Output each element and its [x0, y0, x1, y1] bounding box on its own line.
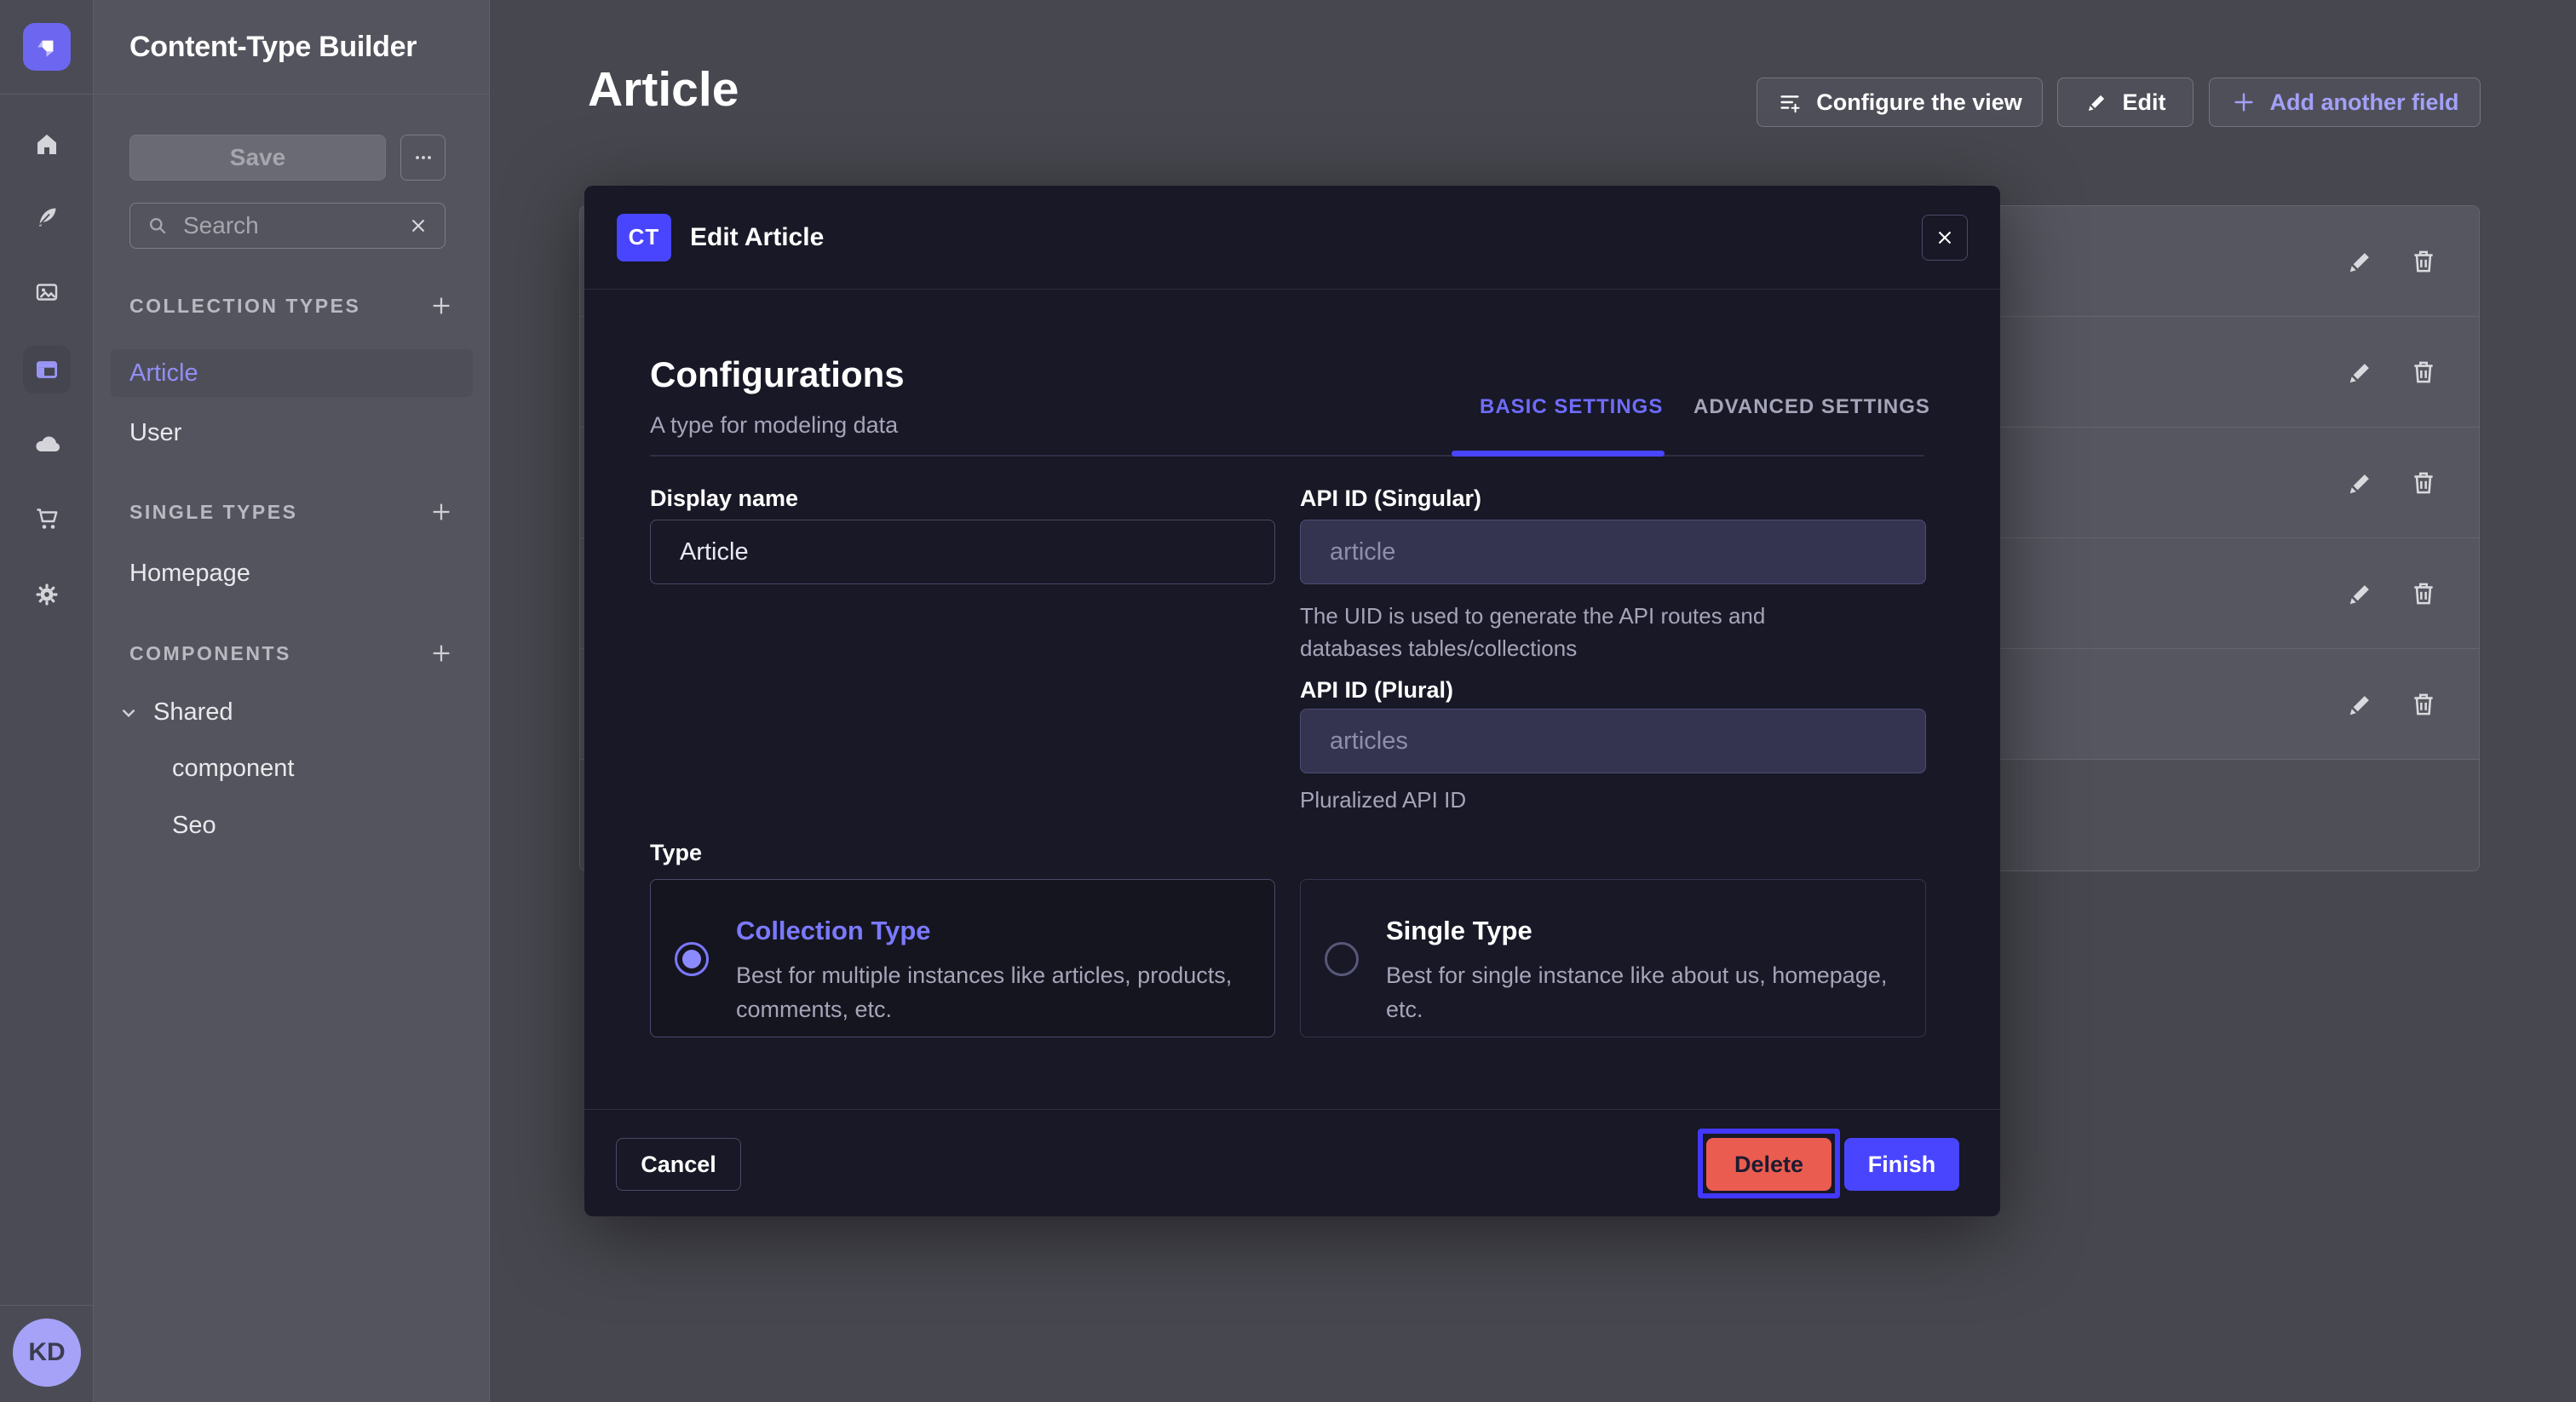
- strapi-logo[interactable]: [23, 23, 71, 71]
- add-collection-type-icon[interactable]: [428, 293, 454, 319]
- api-id-singular-input[interactable]: [1300, 520, 1926, 584]
- modal-header: CT Edit Article: [584, 186, 2000, 290]
- settings-gear-icon[interactable]: [23, 571, 71, 618]
- media-library-icon[interactable]: [23, 268, 71, 316]
- close-icon: [1934, 227, 1956, 249]
- sidebar-item-seo[interactable]: Seo: [172, 812, 216, 840]
- delete-button[interactable]: Delete: [1706, 1138, 1831, 1191]
- save-button[interactable]: Save: [129, 135, 386, 181]
- single-types-label: SINGLE TYPES: [129, 501, 297, 524]
- configurations-subtitle: A type for modeling data: [650, 412, 898, 439]
- edit-pencil-icon[interactable]: [2345, 468, 2376, 498]
- trash-icon[interactable]: [2408, 468, 2439, 498]
- type-label: Type: [650, 840, 702, 866]
- single-type-description: Best for single instance like about us, …: [1386, 958, 1897, 1026]
- api-id-plural-input[interactable]: [1300, 709, 1926, 773]
- rail-divider: [0, 1305, 94, 1306]
- collection-types-section-header: COLLECTION TYPES: [129, 293, 454, 319]
- strapi-logo-icon: [32, 32, 61, 61]
- content-type-badge: CT: [617, 214, 671, 261]
- radio-selected-icon[interactable]: [675, 942, 709, 976]
- cancel-button[interactable]: Cancel: [616, 1138, 741, 1191]
- single-types-section-header: SINGLE TYPES: [129, 499, 454, 525]
- plus-icon: [2231, 89, 2257, 115]
- single-type-option[interactable]: Single Type Best for single instance lik…: [1300, 879, 1926, 1037]
- nav-rail: KD: [0, 0, 94, 1402]
- edit-pencil-icon[interactable]: [2345, 246, 2376, 277]
- marketplace-cart-icon[interactable]: [23, 494, 71, 542]
- search-icon: [146, 214, 170, 238]
- sidebar: Content-Type Builder Save COLLECTION TYP…: [94, 0, 490, 1402]
- edit-pencil-icon[interactable]: [2345, 689, 2376, 720]
- active-tab-underline: [1452, 451, 1665, 457]
- tabs-divider: [650, 455, 1924, 457]
- home-icon[interactable]: [23, 121, 71, 169]
- api-id-singular-help: The UID is used to generate the API rout…: [1300, 600, 1871, 664]
- configure-view-button[interactable]: Configure the view: [1757, 78, 2043, 127]
- sidebar-top-divider: [0, 94, 490, 95]
- display-name-label: Display name: [650, 486, 798, 512]
- page-title: Article: [588, 61, 739, 118]
- edit-pencil-icon: [2085, 90, 2109, 114]
- sidebar-item-user[interactable]: User: [111, 409, 473, 457]
- tab-advanced-settings[interactable]: ADVANCED SETTINGS: [1693, 395, 1930, 419]
- sidebar-item-homepage[interactable]: Homepage: [111, 549, 473, 597]
- sidebar-title: Content-Type Builder: [129, 31, 417, 64]
- collection-type-option[interactable]: Collection Type Best for multiple instan…: [650, 879, 1275, 1037]
- components-label: COMPONENTS: [129, 642, 291, 665]
- configure-view-icon: [1777, 89, 1803, 115]
- modal-footer: Cancel Delete Finish: [584, 1109, 2000, 1216]
- api-id-plural-help: Pluralized API ID: [1300, 784, 1871, 816]
- display-name-input[interactable]: [650, 520, 1275, 584]
- trash-icon[interactable]: [2408, 578, 2439, 609]
- cloud-icon[interactable]: [23, 420, 71, 468]
- add-component-icon[interactable]: [428, 641, 454, 666]
- close-modal-button[interactable]: [1922, 215, 1968, 261]
- search-box[interactable]: [129, 203, 446, 249]
- configurations-title: Configurations: [650, 354, 905, 395]
- edit-pencil-icon[interactable]: [2345, 357, 2376, 388]
- user-avatar[interactable]: KD: [13, 1319, 81, 1387]
- tab-basic-settings[interactable]: BASIC SETTINGS: [1480, 395, 1663, 419]
- more-options-button[interactable]: [400, 135, 446, 181]
- write-feather-icon[interactable]: [23, 193, 71, 241]
- clear-search-icon[interactable]: [407, 215, 429, 237]
- single-type-title: Single Type: [1386, 916, 1532, 946]
- collection-type-title: Collection Type: [736, 916, 931, 946]
- edit-article-modal: CT Edit Article Configurations A type fo…: [584, 186, 2000, 1216]
- avatar-initials: KD: [28, 1338, 65, 1367]
- edit-pencil-icon[interactable]: [2345, 578, 2376, 609]
- trash-icon[interactable]: [2408, 689, 2439, 720]
- chevron-down-icon: [118, 702, 140, 724]
- sidebar-item-article[interactable]: Article: [111, 349, 473, 397]
- search-input[interactable]: [183, 212, 394, 239]
- trash-icon[interactable]: [2408, 246, 2439, 277]
- sidebar-item-component[interactable]: component: [172, 755, 295, 783]
- ellipsis-icon: [411, 146, 435, 170]
- collection-type-description: Best for multiple instances like article…: [736, 958, 1247, 1026]
- components-section-header: COMPONENTS: [129, 641, 454, 666]
- trash-icon[interactable]: [2408, 357, 2439, 388]
- edit-button[interactable]: Edit: [2057, 78, 2194, 127]
- api-id-singular-label: API ID (Singular): [1300, 486, 1481, 512]
- modal-title: Edit Article: [690, 223, 824, 252]
- add-single-type-icon[interactable]: [428, 499, 454, 525]
- radio-unselected-icon[interactable]: [1325, 942, 1359, 976]
- api-id-plural-label: API ID (Plural): [1300, 677, 1453, 704]
- content-type-builder-icon[interactable]: [23, 346, 71, 394]
- collection-types-label: COLLECTION TYPES: [129, 295, 360, 318]
- finish-button[interactable]: Finish: [1844, 1138, 1959, 1191]
- add-another-field-button[interactable]: Add another field: [2209, 78, 2481, 127]
- sidebar-group-shared[interactable]: Shared: [118, 698, 233, 727]
